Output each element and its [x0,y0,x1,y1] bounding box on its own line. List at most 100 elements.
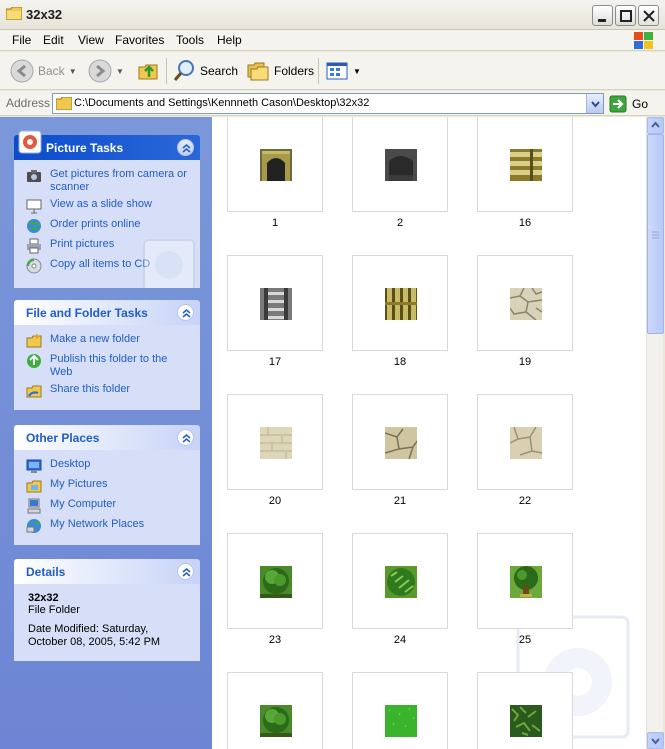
place-network-places[interactable]: My Network Places [26,518,190,534]
toolbar: Back ▼ ▼ Search Folders ▼ [0,52,665,90]
dark-foliage-tile-image [510,705,542,737]
thumbnail-item[interactable] [477,672,573,749]
folders-label: Folders [274,64,315,78]
collapse-icon[interactable] [177,429,194,446]
place-my-pictures[interactable]: My Pictures [26,478,190,494]
back-arrow-icon [10,59,34,83]
thumbnail-item[interactable] [477,394,573,490]
forward-dropdown-icon[interactable]: ▼ [116,67,124,76]
thumbnail-item[interactable] [352,533,448,629]
collapse-icon[interactable] [177,563,194,580]
thumbnail-label[interactable]: 2 [352,217,448,229]
details-title: Details [26,565,66,579]
place-my-computer[interactable]: My Computer [26,498,190,514]
picture-tasks-panel: Picture Tasks Get pictures from camera o… [14,130,200,288]
thumbnail-label[interactable]: 25 [477,634,573,646]
share-folder-icon [26,385,42,398]
address-bar: Address C:\Documents and Settings\Kennne… [0,91,665,116]
thumbnail-label[interactable]: 16 [477,217,573,229]
forward-arrow-icon [88,59,112,83]
menu-favorites[interactable]: Favorites [115,33,164,47]
search-label: Search [200,64,239,78]
bars-horizontal-tile-image [510,149,542,181]
address-dropdown-button[interactable] [586,94,603,113]
views-dropdown-icon[interactable]: ▼ [353,67,361,76]
network-places-icon [26,519,41,533]
arch-gold-tile-image [260,149,292,181]
thumbnail-label[interactable]: 21 [352,495,448,507]
task-share-folder[interactable]: Share this folder [26,383,190,399]
task-label: My Network Places [50,518,145,530]
thumbnail-item[interactable] [352,394,448,490]
file-folder-tasks-header[interactable]: File and Folder Tasks [14,300,200,325]
watermark-picture-icon [143,239,195,288]
task-order-prints[interactable]: Order prints online [26,218,190,234]
menu-edit[interactable]: Edit [43,33,64,47]
picture-tasks-title: Picture Tasks [46,141,124,155]
thumbnail-label[interactable]: 22 [477,495,573,507]
back-dropdown-icon[interactable]: ▼ [69,67,77,76]
details-panel: Details 32x32 File Folder Date Modified:… [14,559,200,661]
address-field[interactable]: C:\Documents and Settings\Kennneth Cason… [52,93,604,114]
go-button[interactable]: Go [609,94,648,113]
publish-web-icon [27,354,41,368]
new-folder-icon [26,334,42,348]
other-places-header[interactable]: Other Places [14,425,200,450]
close-button[interactable] [638,5,659,26]
menu-tools[interactable]: Tools [176,33,204,47]
collapse-icon[interactable] [177,304,194,321]
thumbnail-label[interactable]: 19 [477,356,573,368]
search-button[interactable]: Search [172,58,238,84]
my-pictures-icon [26,480,42,493]
thumbnail-item[interactable] [477,255,573,351]
scroll-down-button[interactable] [647,732,664,749]
details-header[interactable]: Details [14,559,200,584]
thumbnail-item[interactable] [227,394,323,490]
place-desktop[interactable]: Desktop [26,458,190,474]
menu-view[interactable]: View [78,33,104,47]
minimize-button[interactable] [592,5,613,26]
thumbnail-item[interactable] [477,117,573,212]
scroll-thumb[interactable] [647,134,664,334]
forward-button[interactable]: ▼ [88,58,124,84]
task-label: View as a slide show [50,198,152,210]
task-slide-show[interactable]: View as a slide show [26,198,190,214]
vertical-scrollbar[interactable] [646,117,664,749]
task-label: Publish this folder to the Web [50,353,168,378]
thumbnail-item[interactable] [227,117,323,212]
maximize-button[interactable] [615,5,636,26]
menu-file[interactable]: File [12,33,31,47]
task-label: Order prints online [50,218,141,230]
thumbnail-label[interactable]: 1 [227,217,323,229]
thumbnail-label[interactable]: 17 [227,356,323,368]
bush-textured-tile-image [385,566,417,598]
task-label: Make a new folder [50,333,140,345]
task-new-folder[interactable]: Make a new folder [26,333,190,349]
menu-help[interactable]: Help [217,33,242,47]
task-get-pictures[interactable]: Get pictures from camera or scanner [26,168,190,194]
address-path: C:\Documents and Settings\Kennneth Cason… [74,97,370,109]
folders-button[interactable]: Folders [246,58,314,84]
task-publish-web[interactable]: Publish this folder to the Web [26,353,190,379]
picture-tasks-header[interactable]: Picture Tasks [14,130,200,160]
thumbnail-label[interactable]: 20 [227,495,323,507]
thumbnail-item[interactable] [352,255,448,351]
thumbnail-label[interactable]: 24 [352,634,448,646]
views-button[interactable]: ▼ [325,58,361,84]
thumbnail-item[interactable] [227,672,323,749]
thumbnail-label[interactable]: 18 [352,356,448,368]
thumbnail-item[interactable] [477,533,573,629]
thumbnail-item[interactable] [227,255,323,351]
details-type: File Folder [28,604,80,616]
thumbnail-label[interactable]: 23 [227,634,323,646]
thumbnail-item[interactable] [227,533,323,629]
scroll-up-button[interactable] [647,117,664,134]
details-modified: Date Modified: Saturday, October 08, 200… [28,623,161,648]
thumbnail-item[interactable] [352,117,448,212]
collapse-icon[interactable] [177,139,194,156]
thumbnail-item[interactable] [352,672,448,749]
back-button[interactable]: Back ▼ [10,58,77,84]
task-label: Copy all items to CD [50,258,151,270]
up-folder-button[interactable] [137,58,161,84]
search-icon [173,60,194,81]
